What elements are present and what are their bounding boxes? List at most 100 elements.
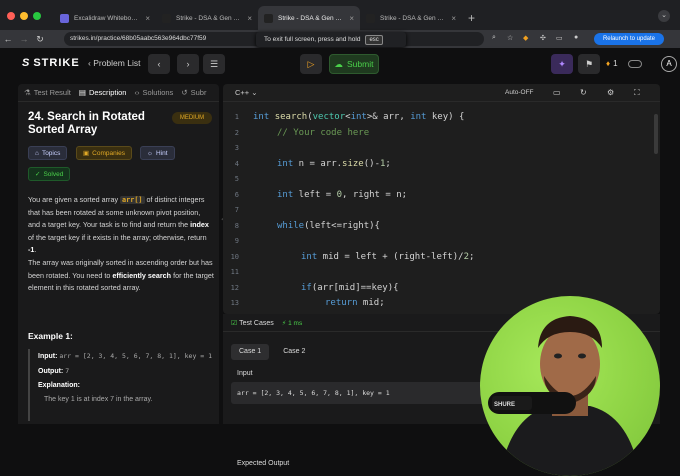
tab-submissions[interactable]: ↺ Subr bbox=[181, 88, 206, 97]
code-text: while(left<=right){ bbox=[253, 219, 380, 235]
tab-solutions[interactable]: ‹› Solutions bbox=[134, 88, 173, 97]
bookmark-star-icon[interactable]: ☆ bbox=[507, 34, 513, 42]
fullscreen-icon[interactable]: ⛶ bbox=[634, 88, 640, 98]
ai-assist-button[interactable]: ✦ bbox=[551, 54, 573, 74]
new-tab-button[interactable]: + bbox=[462, 6, 481, 30]
extension-icon[interactable]: ◆ bbox=[523, 34, 528, 42]
code-editor[interactable]: C++ ⌄ Auto-OFF ▭ ↻ ⚙ ⛶ 1 int search(vecto… bbox=[223, 84, 660, 314]
webcam-overlay: SHURE bbox=[480, 296, 660, 476]
code-token: while bbox=[277, 220, 305, 231]
search-icon[interactable]: ⌕ bbox=[492, 34, 496, 42]
topics-chip[interactable]: ⌂ Topics bbox=[28, 146, 68, 160]
problem-menu-button[interactable]: ☰ bbox=[203, 54, 225, 74]
code-line[interactable]: 6 int left = 0, right = n; bbox=[223, 188, 660, 204]
testcase-input-field[interactable]: arr = [2, 3, 4, 5, 6, 7, 8, 1], key = 1 bbox=[231, 382, 501, 404]
code-line[interactable]: 7 bbox=[223, 203, 660, 219]
avatar[interactable]: A bbox=[661, 56, 677, 72]
close-window-button[interactable] bbox=[7, 12, 15, 20]
code-line[interactable]: 11 bbox=[223, 265, 660, 281]
browser-tab-2[interactable]: Strike - DSA & Gen AI Course × bbox=[156, 6, 258, 30]
code-line[interactable]: 1 int search(vector<int>& arr, int key) { bbox=[223, 110, 660, 126]
testcase-input-label: Input bbox=[237, 370, 253, 377]
code-token: mid; bbox=[357, 298, 385, 308]
code-line[interactable]: 5 bbox=[223, 172, 660, 188]
line-number: 12 bbox=[230, 283, 239, 292]
favicon-icon bbox=[264, 13, 273, 23]
case-1-tab[interactable]: Case 1 bbox=[231, 344, 270, 360]
flame-icon: ♦ bbox=[606, 59, 611, 68]
code-token: >& arr, bbox=[366, 112, 411, 122]
close-tab-icon[interactable]: × bbox=[247, 14, 252, 23]
tab-label: Test Cases bbox=[239, 319, 274, 327]
document-icon: ▤ bbox=[78, 88, 86, 97]
problem-list-link[interactable]: ‹ Problem List bbox=[88, 58, 140, 68]
companies-chip[interactable]: ▣ Companies bbox=[76, 146, 133, 160]
code-line[interactable]: 9 bbox=[223, 234, 660, 250]
code-line[interactable]: 3 bbox=[223, 141, 660, 157]
tab-search-dropdown[interactable]: ⌄ bbox=[658, 10, 670, 22]
code-line[interactable]: 4 int n = arr.size()-1; bbox=[223, 157, 660, 173]
reload-icon[interactable]: ↻ bbox=[32, 34, 48, 45]
code-line[interactable]: 8 while(left<=right){ bbox=[223, 219, 660, 235]
forward-icon[interactable]: → bbox=[16, 34, 32, 44]
logo-s-icon: S bbox=[22, 57, 31, 69]
code-token: ()- bbox=[363, 158, 380, 169]
code-line[interactable]: 2 // Your code here bbox=[223, 126, 660, 142]
strike-logo[interactable]: S STRIKE bbox=[22, 57, 80, 69]
language-select[interactable]: C++ ⌄ bbox=[235, 88, 258, 97]
tab-test-result[interactable]: ⚗ Test Result bbox=[24, 88, 71, 97]
close-tab-icon[interactable]: × bbox=[145, 14, 150, 23]
code-lines[interactable]: 1 int search(vector<int>& arr, int key) {… bbox=[223, 110, 660, 314]
editor-scrollbar[interactable] bbox=[654, 114, 658, 154]
tab-description[interactable]: ▤ Description bbox=[79, 88, 127, 97]
minimize-window-button[interactable] bbox=[20, 12, 28, 20]
browser-tab-4[interactable]: Strike - DSA & Gen AI Course × bbox=[360, 6, 462, 30]
tag-icon: ⌂ bbox=[35, 149, 39, 157]
line-number: 8 bbox=[234, 221, 239, 230]
run-button[interactable]: ▷ bbox=[300, 54, 322, 74]
next-problem-button[interactable]: › bbox=[177, 54, 199, 74]
code-text: if(arr[mid]==key){ bbox=[253, 281, 399, 297]
auto-toggle[interactable]: Auto-OFF bbox=[505, 89, 534, 96]
desc-text: . bbox=[34, 245, 37, 255]
editor-header: C++ ⌄ Auto-OFF ▭ ↻ ⚙ ⛶ bbox=[223, 84, 660, 102]
presenter-video: SHURE bbox=[488, 316, 640, 476]
code-token: (left<=right){ bbox=[304, 220, 380, 231]
submit-button[interactable]: ☁ Submit bbox=[329, 54, 379, 74]
sidebar-icon[interactable]: ▭ bbox=[556, 34, 563, 42]
inline-code: arr[] bbox=[120, 196, 145, 204]
close-tab-icon[interactable]: × bbox=[349, 14, 354, 23]
case-2-tab[interactable]: Case 2 bbox=[275, 344, 313, 360]
close-tab-icon[interactable]: × bbox=[451, 14, 456, 23]
prev-problem-button[interactable]: ‹ bbox=[148, 54, 170, 74]
url-text: strikes.in/practice/68b05aabc563e964dbc7… bbox=[70, 35, 207, 42]
reset-icon[interactable]: ↻ bbox=[580, 88, 587, 97]
bug-report-button[interactable]: ⚑ bbox=[578, 54, 600, 74]
theme-toggle[interactable] bbox=[628, 60, 642, 68]
code-token: int bbox=[277, 189, 294, 200]
streak-counter[interactable]: ♦ 1 bbox=[606, 59, 618, 68]
problem-tabs: ⚗ Test Result ▤ Description ‹› Solutions ↺ S… bbox=[18, 84, 219, 102]
flask-icon: ⚗ bbox=[24, 88, 31, 97]
relaunch-to-update-button[interactable]: Relaunch to update bbox=[594, 33, 664, 45]
extensions-puzzle-icon[interactable]: ✣ bbox=[540, 34, 546, 42]
maximize-window-button[interactable] bbox=[33, 12, 41, 20]
profile-icon[interactable]: ● bbox=[574, 34, 578, 41]
favicon-icon bbox=[366, 13, 375, 23]
example-title: Example 1: bbox=[28, 331, 73, 341]
browser-tab-3[interactable]: Strike - DSA & Gen AI Course × bbox=[258, 6, 360, 30]
code-token: key) { bbox=[426, 112, 465, 122]
code-line[interactable]: 12 if(arr[mid]==key){ bbox=[223, 281, 660, 297]
format-icon[interactable]: ▭ bbox=[553, 88, 561, 97]
tab-result-time[interactable]: ⚡ 1 ms bbox=[282, 319, 302, 327]
code-text: int mid = left + (right-left)/2; bbox=[253, 250, 474, 266]
back-icon[interactable]: ← bbox=[0, 34, 16, 44]
tab-test-cases[interactable]: ☑ Test Cases bbox=[231, 319, 274, 327]
settings-icon[interactable]: ⚙ bbox=[607, 88, 614, 97]
browser-tab-1[interactable]: Excalidraw Whiteboard × bbox=[54, 6, 156, 30]
hint-chip[interactable]: ☼ Hint bbox=[140, 146, 175, 160]
output-label: Output: bbox=[38, 368, 64, 375]
code-line[interactable]: 10 int mid = left + (right-left)/2; bbox=[223, 250, 660, 266]
explanation-label: Explanation: bbox=[38, 382, 81, 389]
line-number: 10 bbox=[230, 252, 239, 261]
